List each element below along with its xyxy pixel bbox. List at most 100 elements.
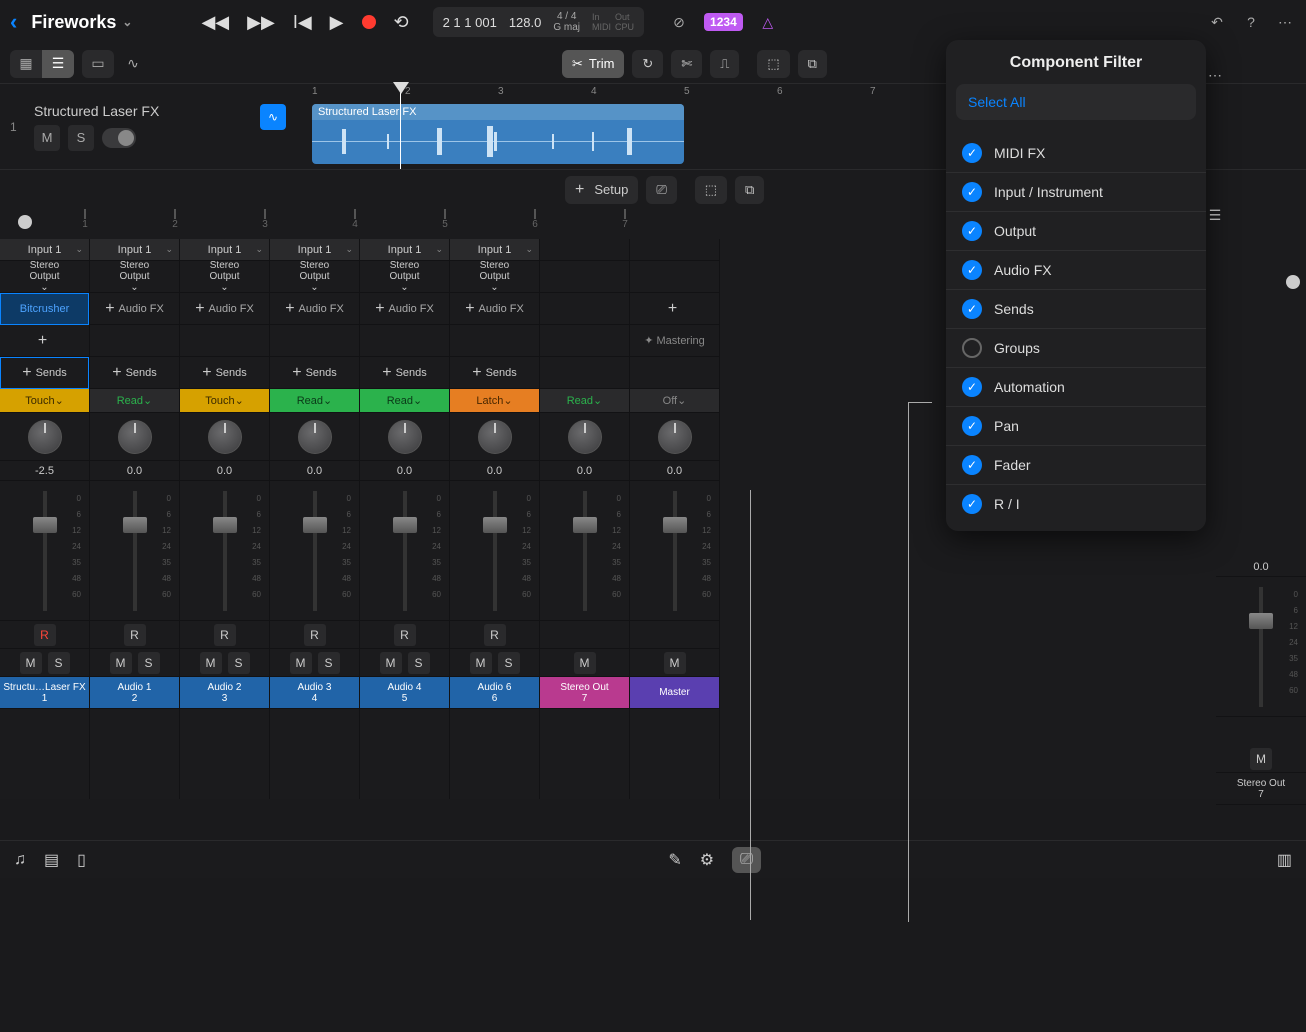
mute-button[interactable]: M [110, 652, 132, 674]
record-enable[interactable]: R [0, 621, 89, 649]
solo-button[interactable]: S [498, 652, 520, 674]
fader-cap[interactable] [123, 517, 147, 533]
fader-cap[interactable] [33, 517, 57, 533]
flex-tool[interactable]: ⎍ [710, 50, 739, 78]
view-mode-segment[interactable]: ▦ ☰ [10, 50, 74, 78]
input-selector[interactable]: Input 1⌄ [0, 239, 89, 261]
tuner-icon[interactable]: ⊘ [668, 11, 690, 33]
channel-dot-icon[interactable] [18, 215, 32, 229]
channel-name[interactable]: Audio 66 [450, 677, 539, 709]
automation-mode[interactable]: Read⌄ [90, 389, 179, 413]
record-enable[interactable]: R [270, 621, 359, 649]
filter-row[interactable]: ✓ Pan [946, 406, 1206, 445]
mute-button[interactable]: M [290, 652, 312, 674]
checkbox-icon[interactable]: ✓ [962, 221, 982, 241]
fader[interactable]: 061224354860 [450, 481, 539, 621]
automation-mode[interactable]: Touch⌄ [180, 389, 269, 413]
go-to-start-button[interactable]: I◀ [293, 12, 312, 33]
checkbox-icon[interactable]: ✓ [962, 260, 982, 280]
notepad-icon[interactable]: ▯ [77, 850, 86, 870]
playhead-handle-icon[interactable] [393, 82, 409, 94]
back-button[interactable]: ‹ [10, 9, 17, 35]
pan-knob[interactable] [360, 413, 449, 461]
fader-cap[interactable] [213, 517, 237, 533]
channel-name[interactable]: Audio 45 [360, 677, 449, 709]
fader-cap[interactable] [483, 517, 507, 533]
grid-view-icon[interactable]: ▦ [10, 50, 42, 78]
setup-button[interactable]: + Setup [565, 176, 638, 204]
mute-button[interactable]: M [34, 125, 60, 151]
panel-more-icon[interactable]: ⋯ [1204, 64, 1226, 86]
fader[interactable]: 061224354860 [0, 481, 89, 621]
help-icon[interactable]: ? [1240, 11, 1262, 33]
automation-mode[interactable]: Off⌄ [630, 389, 719, 413]
browser-icon[interactable]: ▤ [44, 850, 59, 870]
solo-button[interactable]: S [138, 652, 160, 674]
filter-row[interactable]: ✓ Audio FX [946, 250, 1206, 289]
output-selector[interactable]: StereoOutput⌄ [360, 261, 449, 293]
fader[interactable]: 061224354860 [180, 481, 269, 621]
channel-name[interactable]: Stereo Out 7 [1216, 773, 1306, 805]
record-button[interactable] [362, 15, 376, 29]
mixer-settings-icon[interactable]: ⎚ [646, 176, 676, 204]
mixer-select-icon[interactable]: ⬚ [695, 176, 727, 204]
fader[interactable]: 061224354860 [90, 481, 179, 621]
region-view-segment[interactable]: ▭ [82, 50, 114, 78]
automation-mode[interactable]: Read⌄ [540, 389, 629, 413]
panel-list-icon[interactable]: ☰ [1204, 204, 1226, 226]
audio-fx-slot[interactable]: +Audio FX [90, 293, 179, 325]
filter-row[interactable]: Groups [946, 328, 1206, 367]
count-in-pill[interactable]: 1234 [704, 13, 743, 31]
sends-slot[interactable]: +Sends [360, 357, 449, 389]
filter-row[interactable]: ✓ MIDI FX [946, 134, 1206, 172]
channel-name[interactable]: Audio 12 [90, 677, 179, 709]
mute-button[interactable]: M [1250, 748, 1272, 770]
checkbox-icon[interactable]: ✓ [962, 143, 982, 163]
sends-slot[interactable]: +Sends [180, 357, 269, 389]
solo-button[interactable]: S [408, 652, 430, 674]
select-all-row[interactable]: Select All [956, 84, 1196, 120]
checkbox-icon[interactable]: ✓ [962, 455, 982, 475]
checkbox-icon[interactable] [962, 338, 982, 358]
automation-mode[interactable]: Latch⌄ [450, 389, 539, 413]
output-selector[interactable]: StereoOutput⌄ [0, 261, 89, 293]
audio-region[interactable]: Structured Laser FX [312, 104, 684, 164]
channel-name[interactable]: Stereo Out7 [540, 677, 629, 709]
undo-icon[interactable]: ↶ [1206, 11, 1228, 33]
play-button[interactable]: ▶ [330, 12, 344, 33]
more-icon[interactable]: ⋯ [1274, 11, 1296, 33]
output-selector[interactable]: StereoOutput⌄ [450, 261, 539, 293]
record-enable[interactable]: R [180, 621, 269, 649]
solo-button[interactable]: S [228, 652, 250, 674]
fader[interactable]: 061224354860 [540, 481, 629, 621]
mute-button[interactable]: M [20, 652, 42, 674]
fader[interactable]: 061224354860 [270, 481, 359, 621]
output-selector[interactable]: StereoOutput⌄ [90, 261, 179, 293]
input-selector[interactable]: Input 1⌄ [180, 239, 269, 261]
fader[interactable]: 061224354860 [1216, 577, 1306, 717]
add-fx-slot[interactable]: + [630, 293, 719, 325]
input-selector[interactable]: Input 1⌄ [270, 239, 359, 261]
list-view-icon[interactable]: ☰ [42, 50, 74, 78]
gear-icon[interactable]: ⚙ [700, 850, 714, 870]
mastering-slot[interactable]: ✦ Mastering [630, 325, 719, 357]
sends-slot[interactable]: +Sends [0, 357, 89, 389]
lcd-display[interactable]: 2 1 1 001 128.0 4 / 4 G maj In MIDI Out … [433, 7, 644, 37]
copy-tool[interactable]: ⧉ [798, 50, 827, 78]
rewind-button[interactable]: ◀◀ [201, 12, 229, 33]
filter-row[interactable]: ✓ Fader [946, 445, 1206, 484]
record-enable[interactable]: R [450, 621, 539, 649]
solo-button[interactable]: S [68, 125, 94, 151]
split-tool[interactable]: ✄ [671, 50, 702, 78]
fader-cap[interactable] [663, 517, 687, 533]
channel-name[interactable]: Audio 34 [270, 677, 359, 709]
region-icon[interactable]: ▭ [82, 50, 114, 78]
fader[interactable]: 061224354860 [360, 481, 449, 621]
automation-mode[interactable]: Read⌄ [270, 389, 359, 413]
pencil-icon[interactable]: ✎ [668, 850, 681, 870]
keyboard-icon[interactable]: ▥ [1277, 850, 1292, 870]
mute-button[interactable]: M [380, 652, 402, 674]
pan-knob[interactable] [0, 413, 89, 461]
output-selector[interactable]: StereoOutput⌄ [180, 261, 269, 293]
input-selector[interactable]: Input 1⌄ [450, 239, 539, 261]
